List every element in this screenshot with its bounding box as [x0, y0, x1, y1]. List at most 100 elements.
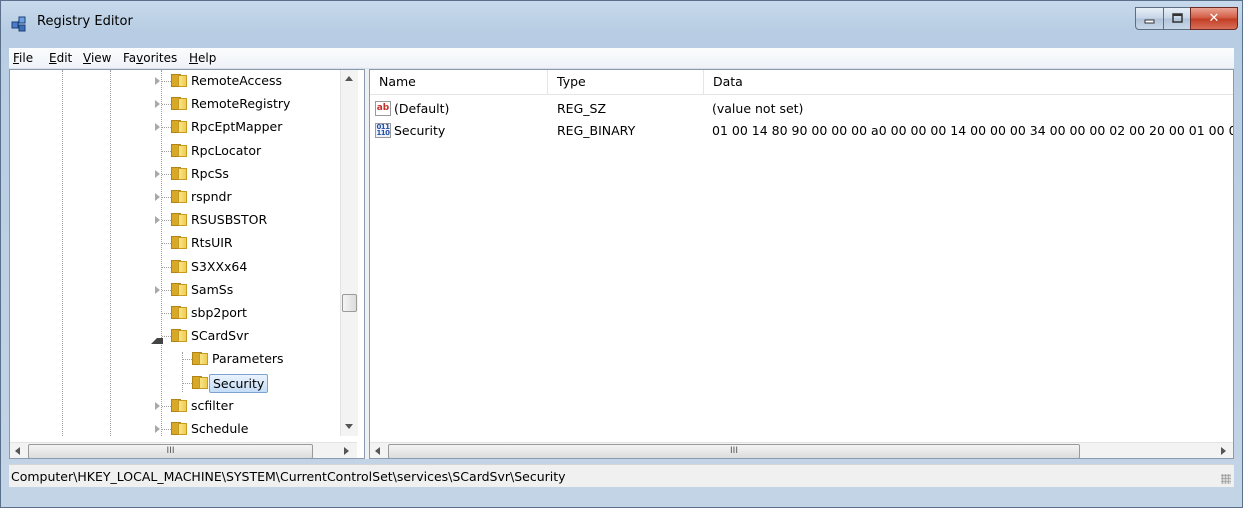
folder-icon — [171, 190, 187, 203]
tree-node-label[interactable]: RpcLocator — [188, 142, 264, 159]
folder-icon — [171, 143, 187, 157]
menu-file[interactable]: File — [13, 51, 33, 65]
tree-vertical-scrollbar[interactable] — [340, 70, 358, 436]
tree-node-label[interactable]: SamSs — [188, 281, 236, 298]
menu-help[interactable]: Help — [189, 51, 216, 65]
tree-node[interactable]: Schedule — [10, 418, 340, 440]
tree-node[interactable]: SamSs — [10, 279, 340, 301]
value-type: REG_BINARY — [557, 123, 636, 138]
close-icon: ✕ — [1208, 11, 1220, 26]
folder-icon — [171, 120, 187, 134]
list-row[interactable]: ab (Default) REG_SZ (value not set) — [370, 98, 1233, 119]
tree-node[interactable]: RpcLocator — [10, 140, 340, 162]
scroll-left-icon[interactable] — [15, 447, 20, 455]
expand-arrow-icon[interactable] — [155, 193, 160, 201]
list-row[interactable]: 011 110 Security REG_BINARY 01 00 14 80 … — [370, 120, 1233, 141]
close-button[interactable]: ✕ — [1190, 7, 1238, 30]
tree-node-label[interactable]: RemoteAccess — [188, 72, 285, 89]
registry-editor-icon — [10, 13, 30, 33]
main-content: RemoteAccess RemoteRegistry RpcEptMapper Rp… — [9, 69, 1234, 459]
minimize-button[interactable] — [1135, 7, 1165, 30]
tree-node[interactable]: Parameters — [10, 348, 340, 370]
tree-node-label[interactable]: RSUSBSTOR — [188, 211, 270, 228]
value-name: Security — [394, 123, 446, 138]
scroll-left-icon[interactable] — [375, 447, 380, 455]
menu-favorites[interactable]: Favorites — [123, 51, 177, 65]
folder-icon — [171, 74, 187, 87]
menu-view[interactable]: View — [83, 51, 111, 65]
folder-icon — [171, 422, 187, 435]
tree-node[interactable]: RSUSBSTOR — [10, 209, 340, 231]
scroll-down-icon[interactable] — [345, 424, 353, 429]
tree-node[interactable]: scfilter — [10, 395, 340, 417]
tree-horizontal-scrollbar[interactable]: III — [10, 442, 357, 458]
tree-connector-line — [183, 382, 192, 384]
tree-node-label[interactable]: S3XXx64 — [188, 258, 250, 275]
tree-node-label-selected[interactable]: Security — [209, 373, 269, 393]
tree-connector-line — [162, 289, 171, 291]
folder-icon — [171, 213, 187, 227]
tree-node[interactable]: rspndr — [10, 186, 340, 208]
tree-node-label[interactable]: SCardSvr — [188, 327, 252, 344]
tree-connector-line — [162, 243, 171, 245]
expand-arrow-icon[interactable] — [155, 216, 160, 225]
tree-node-label[interactable]: rspndr — [188, 188, 235, 205]
tree-connector-line — [162, 173, 171, 175]
tree-node-label[interactable]: RtsUIR — [188, 234, 236, 251]
tree-node[interactable]: sbp2port — [10, 302, 340, 324]
list-horizontal-scrollbar[interactable]: III — [370, 442, 1233, 458]
key-tree-pane[interactable]: RemoteAccess RemoteRegistry RpcEptMapper Rp… — [9, 69, 365, 459]
scroll-up-icon[interactable] — [345, 76, 353, 81]
expand-arrow-icon[interactable] — [155, 169, 160, 178]
resize-grip-icon[interactable] — [1221, 474, 1231, 484]
tree-node-label[interactable]: RemoteRegistry — [188, 95, 293, 112]
status-bar: Computer\HKEY_LOCAL_MACHINE\SYSTEM\Curre… — [9, 464, 1234, 487]
menu-edit[interactable]: Edit — [49, 51, 72, 65]
tree-connector-line — [162, 313, 171, 314]
expand-arrow-icon[interactable] — [155, 425, 160, 433]
tree-connector-line — [162, 197, 171, 198]
scroll-right-icon[interactable] — [1221, 447, 1226, 455]
tree-node[interactable]: SCardSvr — [10, 325, 340, 347]
column-header-type[interactable]: Type — [548, 70, 704, 94]
folder-icon — [192, 375, 208, 389]
tree-node-label[interactable]: Parameters — [209, 350, 287, 367]
list-horizontal-scroll-thumb[interactable]: III — [388, 444, 1080, 458]
tree-node-label[interactable]: RpcSs — [188, 165, 232, 182]
list-header: Name Type Data — [370, 70, 1233, 95]
scroll-right-icon[interactable] — [344, 447, 349, 455]
column-header-data[interactable]: Data — [704, 70, 1233, 94]
value-data: 01 00 14 80 90 00 00 00 a0 00 00 00 14 0… — [712, 123, 1234, 138]
tree-node[interactable]: Security — [10, 372, 340, 394]
tree-node[interactable]: RtsUIR — [10, 232, 340, 254]
tree-node[interactable]: RpcEptMapper — [10, 116, 340, 138]
tree-connector-line — [162, 104, 171, 106]
expand-arrow-icon[interactable] — [155, 401, 160, 410]
folder-icon — [171, 282, 187, 296]
folder-icon — [171, 166, 187, 180]
folder-icon — [171, 398, 187, 412]
maximize-button[interactable] — [1163, 7, 1192, 30]
collapse-arrow-icon[interactable] — [151, 332, 163, 345]
tree-node-label[interactable]: RpcEptMapper — [188, 118, 285, 135]
tree-node[interactable]: RemoteRegistry — [10, 93, 340, 115]
tree-node[interactable]: RemoteAccess — [10, 70, 340, 92]
tree-node[interactable]: RpcSs — [10, 163, 340, 185]
values-list-pane[interactable]: Name Type Data ab (Default) REG_SZ (valu… — [369, 69, 1234, 459]
tree-node[interactable]: S3XXx64 — [10, 256, 340, 278]
tree-node-label[interactable]: Schedule — [188, 420, 251, 437]
tree-connector-line — [162, 336, 171, 338]
tree-vertical-scroll-thumb[interactable] — [342, 294, 357, 312]
status-path: Computer\HKEY_LOCAL_MACHINE\SYSTEM\Curre… — [11, 469, 566, 484]
expand-arrow-icon[interactable] — [155, 285, 160, 294]
expand-arrow-icon[interactable] — [155, 77, 160, 85]
tree-horizontal-scroll-thumb[interactable]: III — [28, 444, 313, 458]
tree-node-label[interactable]: scfilter — [188, 397, 236, 414]
tree-connector-line — [162, 220, 171, 222]
tree-node-label[interactable]: sbp2port — [188, 304, 250, 321]
column-header-name[interactable]: Name — [370, 70, 548, 94]
title-bar[interactable]: Registry Editor ✕ — [1, 1, 1242, 41]
tree-connector-line — [162, 405, 171, 407]
expand-arrow-icon[interactable] — [155, 100, 160, 109]
expand-arrow-icon[interactable] — [155, 123, 160, 132]
